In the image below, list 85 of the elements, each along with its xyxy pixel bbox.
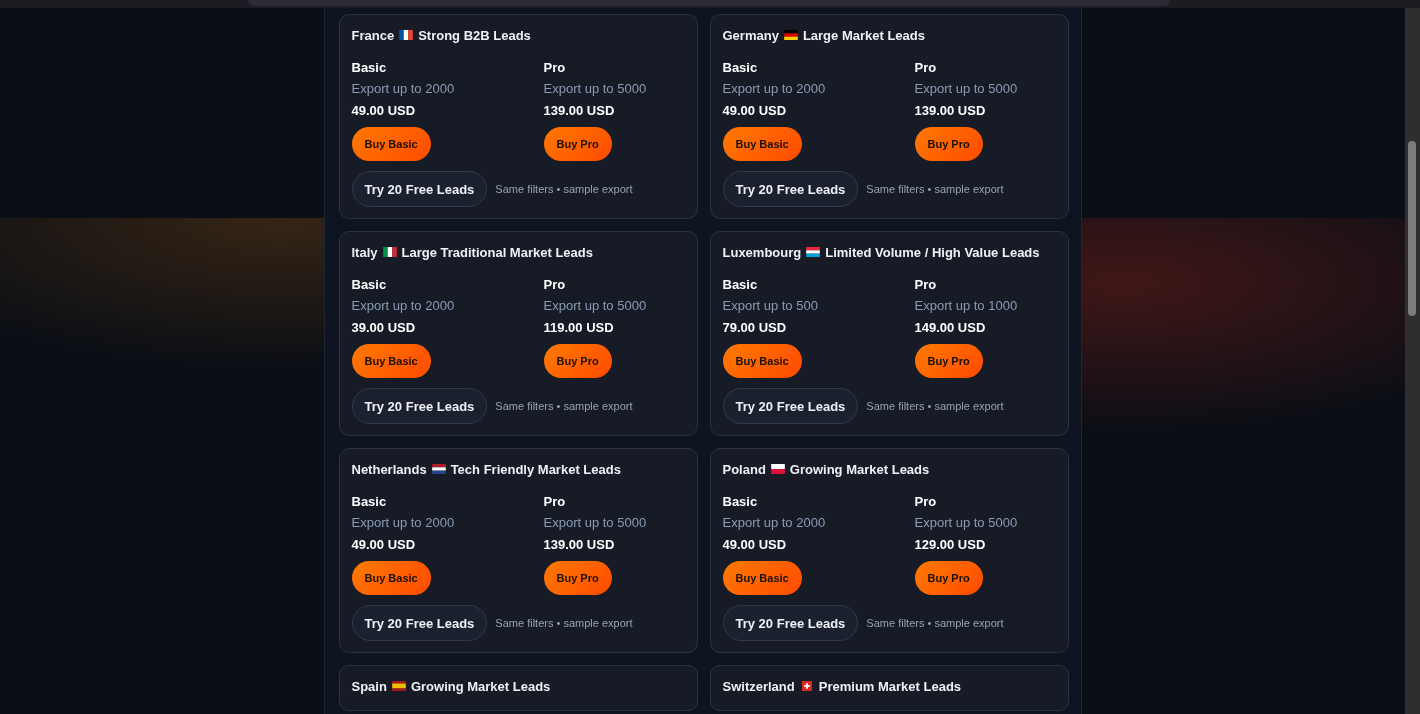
- card-title: Tech Friendly Market Leads: [450, 461, 621, 477]
- plan-price: 49.00 USD: [722, 536, 788, 554]
- buy-button[interactable]: Buy Pro: [914, 344, 983, 378]
- trial-note: Same filters • sample export: [495, 183, 633, 195]
- trial-note: Same filters • sample export: [866, 617, 1004, 629]
- plan-limit: Export up to 5000: [914, 80, 1019, 98]
- country-name: Luxembourg: [722, 244, 802, 260]
- trial-button[interactable]: Try 20 Free Leads: [351, 388, 488, 424]
- flag-icon: [431, 464, 446, 474]
- flag-icon: [783, 30, 798, 40]
- plan-price: 149.00 USD: [914, 319, 987, 337]
- plan-name: Basic: [722, 493, 759, 511]
- trial-note: Same filters • sample export: [495, 400, 633, 412]
- trial-note: Same filters • sample export: [866, 183, 1004, 195]
- plan-price: 39.00 USD: [351, 319, 417, 337]
- plan-price: 79.00 USD: [722, 319, 788, 337]
- buy-button[interactable]: Buy Basic: [722, 127, 802, 161]
- plan-name: Pro: [543, 276, 567, 294]
- buy-button[interactable]: Buy Basic: [351, 561, 431, 595]
- buy-button[interactable]: Buy Pro: [543, 344, 612, 378]
- plan-price: 49.00 USD: [722, 102, 788, 120]
- plan-name: Basic: [722, 59, 759, 77]
- plan-price: 119.00 USD: [543, 319, 615, 337]
- plan-limit: Export up to 500: [722, 297, 819, 315]
- plan-name: Basic: [351, 276, 388, 294]
- buy-button[interactable]: Buy Basic: [351, 127, 431, 161]
- plan-price: 139.00 USD: [543, 102, 616, 120]
- flag-icon: [770, 464, 785, 474]
- card-title: Growing Market Leads: [410, 678, 551, 694]
- trial-note: Same filters • sample export: [866, 400, 1004, 412]
- card-title: Limited Volume / High Value Leads: [825, 244, 1040, 260]
- plan-name: Pro: [914, 59, 938, 77]
- plan-price: 49.00 USD: [351, 102, 417, 120]
- card-title: Strong B2B Leads: [418, 27, 531, 43]
- plan-name: Pro: [543, 493, 567, 511]
- plan-limit: Export up to 5000: [914, 514, 1019, 532]
- plan-limit: Export up to 5000: [543, 297, 648, 315]
- trial-button[interactable]: Try 20 Free Leads: [351, 171, 488, 207]
- trial-button[interactable]: Try 20 Free Leads: [351, 605, 488, 641]
- plan-name: Pro: [543, 59, 567, 77]
- flag-icon: [391, 681, 406, 691]
- plan-name: Pro: [914, 276, 938, 294]
- plan-price: 49.00 USD: [351, 536, 417, 554]
- trial-note: Same filters • sample export: [495, 617, 633, 629]
- flag-icon: [399, 30, 414, 40]
- flag-icon: [806, 247, 821, 257]
- country-name: Italy: [351, 244, 378, 260]
- flag-icon: [799, 681, 814, 691]
- plan-name: Basic: [722, 276, 759, 294]
- trial-button[interactable]: Try 20 Free Leads: [722, 388, 859, 424]
- plan-limit: Export up to 2000: [722, 80, 827, 98]
- plan-limit: Export up to 2000: [351, 80, 456, 98]
- buy-button[interactable]: Buy Pro: [543, 561, 612, 595]
- plan-name: Basic: [351, 493, 388, 511]
- buy-button[interactable]: Buy Basic: [722, 344, 802, 378]
- plan-price: 129.00 USD: [914, 536, 987, 554]
- buy-button[interactable]: Buy Pro: [543, 127, 612, 161]
- buy-button[interactable]: Buy Basic: [351, 344, 431, 378]
- plan-name: Basic: [351, 59, 388, 77]
- plan-limit: Export up to 5000: [543, 514, 648, 532]
- plan-price: 139.00 USD: [543, 536, 616, 554]
- trial-button[interactable]: Try 20 Free Leads: [722, 605, 859, 641]
- card-title: Growing Market Leads: [789, 461, 930, 477]
- country-name: Germany: [722, 27, 779, 43]
- card-title: Large Market Leads: [802, 27, 925, 43]
- country-name: France: [351, 27, 395, 43]
- flag-icon: [382, 247, 397, 257]
- country-name: Poland: [722, 461, 766, 477]
- card-title: Premium Market Leads: [818, 678, 962, 694]
- buy-button[interactable]: Buy Pro: [914, 561, 983, 595]
- country-name: Switzerland: [722, 678, 795, 694]
- plan-name: Pro: [914, 493, 938, 511]
- trial-button[interactable]: Try 20 Free Leads: [722, 171, 859, 207]
- plan-limit: Export up to 5000: [543, 80, 648, 98]
- card-title: Large Traditional Market Leads: [401, 244, 593, 260]
- country-name: Netherlands: [351, 461, 427, 477]
- plan-limit: Export up to 2000: [351, 297, 456, 315]
- plan-limit: Export up to 1000: [914, 297, 1019, 315]
- scrollbar-thumb[interactable]: [1408, 141, 1416, 316]
- buy-button[interactable]: Buy Basic: [722, 561, 802, 595]
- plan-limit: Export up to 2000: [351, 514, 456, 532]
- plan-limit: Export up to 2000: [722, 514, 827, 532]
- plan-price: 139.00 USD: [914, 102, 987, 120]
- buy-button[interactable]: Buy Pro: [914, 127, 983, 161]
- country-name: Spain: [351, 678, 387, 694]
